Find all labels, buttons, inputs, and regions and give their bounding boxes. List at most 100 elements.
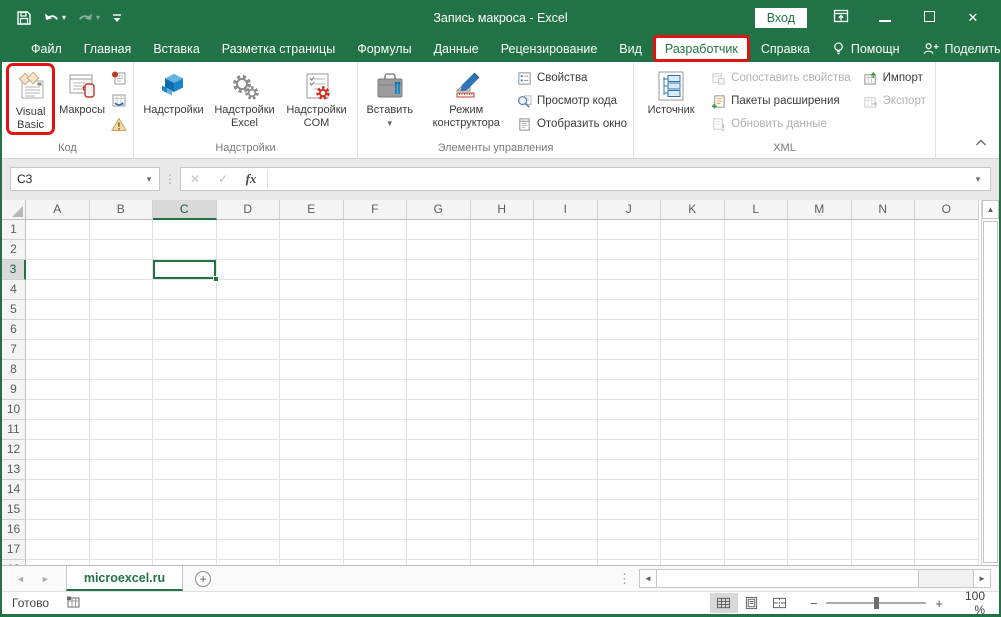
row-header-5[interactable]: 5 [2, 300, 26, 320]
cell-I7[interactable] [534, 340, 598, 360]
cell-K16[interactable] [661, 520, 725, 540]
cell-B8[interactable] [90, 360, 154, 380]
cell-C9[interactable] [153, 380, 217, 400]
insert-dropdown-icon[interactable]: ▾ [388, 119, 393, 128]
cell-A13[interactable] [26, 460, 90, 480]
row-header-9[interactable]: 9 [2, 380, 26, 400]
cell-F11[interactable] [344, 420, 408, 440]
cell-C11[interactable] [153, 420, 217, 440]
select-all-corner[interactable] [2, 200, 26, 220]
cell-K4[interactable] [661, 280, 725, 300]
cell-K10[interactable] [661, 400, 725, 420]
cell-G16[interactable] [407, 520, 471, 540]
cell-O6[interactable] [915, 320, 979, 340]
cell-F2[interactable] [344, 240, 408, 260]
cell-O15[interactable] [915, 500, 979, 520]
page-layout-view-button[interactable] [738, 593, 766, 613]
column-header-L[interactable]: L [725, 200, 789, 220]
row-header-4[interactable]: 4 [2, 280, 26, 300]
row-header-16[interactable]: 16 [2, 520, 26, 540]
cell-B14[interactable] [90, 480, 154, 500]
cell-J2[interactable] [598, 240, 662, 260]
cell-M5[interactable] [788, 300, 852, 320]
scroll-right-button[interactable]: ► [973, 570, 990, 587]
cell-I3[interactable] [534, 260, 598, 280]
cell-H1[interactable] [471, 220, 535, 240]
cell-D1[interactable] [217, 220, 281, 240]
cell-C14[interactable] [153, 480, 217, 500]
cell-C7[interactable] [153, 340, 217, 360]
cell-K12[interactable] [661, 440, 725, 460]
row-header-18[interactable]: 18 [2, 560, 26, 565]
cell-O9[interactable] [915, 380, 979, 400]
cell-H13[interactable] [471, 460, 535, 480]
cell-M9[interactable] [788, 380, 852, 400]
cell-E13[interactable] [280, 460, 344, 480]
cell-L2[interactable] [725, 240, 789, 260]
cell-B18[interactable] [90, 560, 154, 565]
row-header-12[interactable]: 12 [2, 440, 26, 460]
cell-A18[interactable] [26, 560, 90, 565]
zoom-slider-thumb[interactable] [874, 597, 879, 609]
cell-M11[interactable] [788, 420, 852, 440]
cell-D14[interactable] [217, 480, 281, 500]
cell-C16[interactable] [153, 520, 217, 540]
row-header-8[interactable]: 8 [2, 360, 26, 380]
cell-C13[interactable] [153, 460, 217, 480]
cell-H9[interactable] [471, 380, 535, 400]
cell-J5[interactable] [598, 300, 662, 320]
cell-F15[interactable] [344, 500, 408, 520]
cell-E12[interactable] [280, 440, 344, 460]
cell-K8[interactable] [661, 360, 725, 380]
name-box-input[interactable] [11, 172, 139, 186]
cell-C15[interactable] [153, 500, 217, 520]
cell-M12[interactable] [788, 440, 852, 460]
cell-L3[interactable] [725, 260, 789, 280]
tab-page-layout[interactable]: Разметка страницы [211, 35, 346, 62]
column-header-J[interactable]: J [598, 200, 662, 220]
cell-G2[interactable] [407, 240, 471, 260]
tab-formulas[interactable]: Формулы [346, 35, 422, 62]
cell-O1[interactable] [915, 220, 979, 240]
cell-H6[interactable] [471, 320, 535, 340]
cell-E7[interactable] [280, 340, 344, 360]
cell-B5[interactable] [90, 300, 154, 320]
addins-button[interactable]: Надстройки [139, 64, 209, 117]
macros-button[interactable]: Макросы [56, 64, 108, 117]
add-sheet-button[interactable]: + [183, 566, 223, 591]
cell-I6[interactable] [534, 320, 598, 340]
cell-H18[interactable] [471, 560, 535, 565]
cell-A1[interactable] [26, 220, 90, 240]
cell-N9[interactable] [852, 380, 916, 400]
cell-K14[interactable] [661, 480, 725, 500]
excel-addins-button[interactable]: Надстройки Excel [209, 64, 281, 130]
cell-N16[interactable] [852, 520, 916, 540]
cell-K9[interactable] [661, 380, 725, 400]
cell-H10[interactable] [471, 400, 535, 420]
cell-K18[interactable] [661, 560, 725, 565]
column-header-D[interactable]: D [217, 200, 281, 220]
fill-handle[interactable] [213, 276, 219, 282]
cell-A4[interactable] [26, 280, 90, 300]
cell-K2[interactable] [661, 240, 725, 260]
cell-O16[interactable] [915, 520, 979, 540]
cell-M17[interactable] [788, 540, 852, 560]
cell-G13[interactable] [407, 460, 471, 480]
cell-F10[interactable] [344, 400, 408, 420]
cell-K5[interactable] [661, 300, 725, 320]
cell-N13[interactable] [852, 460, 916, 480]
cell-L6[interactable] [725, 320, 789, 340]
cell-N5[interactable] [852, 300, 916, 320]
cell-D5[interactable] [217, 300, 281, 320]
cell-G6[interactable] [407, 320, 471, 340]
cell-D10[interactable] [217, 400, 281, 420]
cell-I13[interactable] [534, 460, 598, 480]
cell-M15[interactable] [788, 500, 852, 520]
insert-controls-button[interactable]: Вставить ▾ [361, 64, 419, 128]
cell-N6[interactable] [852, 320, 916, 340]
cell-F6[interactable] [344, 320, 408, 340]
cell-G15[interactable] [407, 500, 471, 520]
cell-D3[interactable] [217, 260, 281, 280]
cell-I2[interactable] [534, 240, 598, 260]
vertical-scroll-thumb[interactable] [983, 221, 998, 563]
